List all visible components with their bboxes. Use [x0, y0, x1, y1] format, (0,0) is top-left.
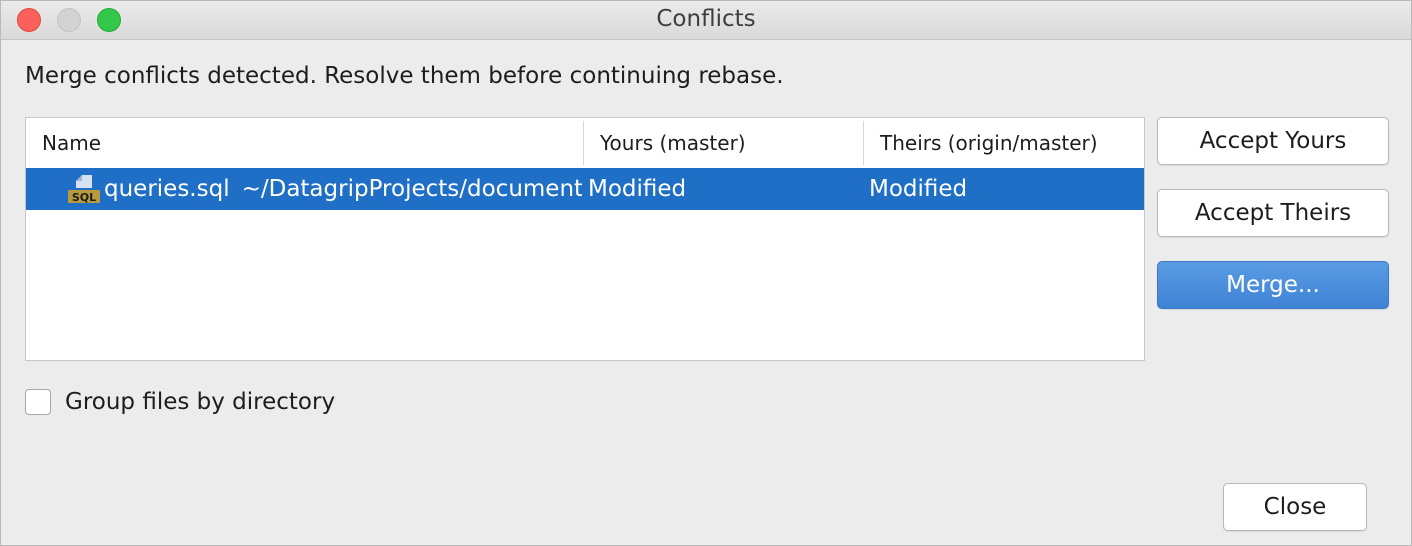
conflict-message: Merge conflicts detected. Resolve them b…	[25, 63, 784, 89]
column-header-yours[interactable]: Yours (master)	[583, 121, 863, 165]
theirs-status-cell: Modified	[869, 176, 968, 202]
file-name: queries.sql	[104, 176, 230, 202]
close-button[interactable]: Close	[1223, 483, 1367, 531]
file-name-cell: queries.sql ~/DatagripProjects/documents	[104, 168, 582, 210]
conflicts-table: Name Yours (master) Theirs (origin/maste…	[25, 117, 1145, 361]
group-by-directory-checkbox[interactable]	[25, 389, 51, 415]
sql-file-icon: SQL	[68, 175, 100, 204]
window-title: Conflicts	[656, 6, 756, 32]
merge-button[interactable]: Merge...	[1157, 261, 1389, 309]
column-header-theirs[interactable]: Theirs (origin/master)	[863, 121, 1144, 165]
title-bar: Conflicts	[1, 1, 1411, 40]
table-header: Name Yours (master) Theirs (origin/maste…	[26, 118, 1144, 169]
table-row[interactable]: SQL queries.sql ~/DatagripProjects/docume…	[26, 168, 1144, 210]
accept-theirs-button[interactable]: Accept Theirs	[1157, 189, 1389, 237]
file-path: ~/DatagripProjects/documents	[241, 176, 582, 202]
accept-yours-button[interactable]: Accept Yours	[1157, 117, 1389, 165]
yours-status-cell: Modified	[588, 176, 687, 202]
group-by-directory-label[interactable]: Group files by directory	[65, 387, 335, 417]
column-header-name[interactable]: Name	[26, 118, 583, 168]
conflicts-dialog: Conflicts Merge conflicts detected. Reso…	[0, 0, 1412, 546]
svg-text:SQL: SQL	[72, 191, 96, 204]
